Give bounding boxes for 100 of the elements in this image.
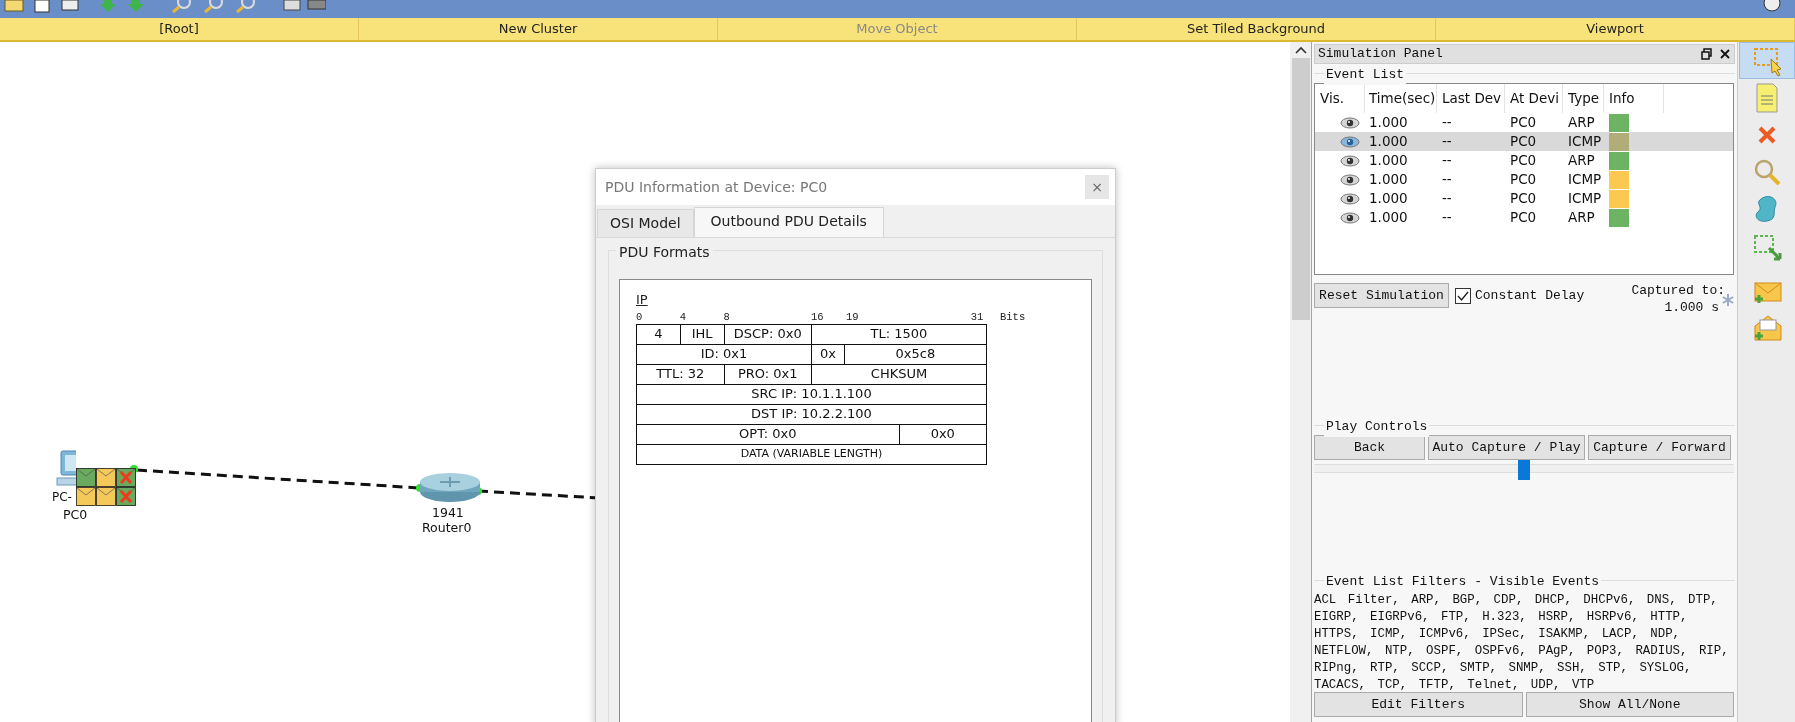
envelope-icon[interactable] [96,468,116,487]
table-cell-text: ICMP [1567,189,1603,208]
checkbox-label[interactable]: Constant Delay [1475,286,1585,306]
tab[interactable]: OSI Model [597,209,694,237]
device-label: Router0 [422,519,472,537]
document-icon[interactable] [32,0,52,14]
captured-label: Captured to: [1631,282,1725,300]
info-color-swatch[interactable] [1609,113,1629,132]
bit-label: 0 [636,309,643,325]
table-cell-text: ARP [1567,208,1596,227]
envelope-icon[interactable] [76,468,96,487]
table-cell-text: 1.000 [1368,113,1409,132]
table-cell-text: ARP [1567,151,1596,170]
table-cell-text: 1.000 [1368,208,1409,227]
column-header[interactable]: At Devi [1505,84,1563,113]
table-cell-text: -- [1441,208,1453,227]
scroll-up-icon[interactable] [1294,46,1307,54]
zoom-icon[interactable] [204,0,224,14]
filter-list: ACL Filter, ARP, BGP, CDP, DHCP, DHCPv6, DNS, DTP, EIGRP, EIGRPv6, FTP, H.323, HSRP, HSRPv6, HTTP, HTTPS, ICMP, ICMPv6, IPSec, ISAKMP, LACP, NDP, NETFLOW, NTP, OSPF, OSPFv6, PAgP, POP3, RADIUS, RIP, RIPng, RTP, SCCP, SMTP, SNMP, SSH, STP, SYSLOG, TACACS, TCP, TFTP, Telnet, UDP, VTP [1314,592,1733,694]
event-row[interactable]: 1.000 -- PC0 ICMP [1315,132,1733,151]
checkbox[interactable] [1455,287,1471,304]
envelope-icon[interactable] [96,487,116,506]
eye-icon[interactable] [1340,191,1360,206]
close-button[interactable]: × [1085,175,1109,199]
folder-icon[interactable] [4,0,24,14]
table-cell-text: ICMP [1567,170,1603,189]
bit-unit: Bits [1000,309,1026,325]
table-cell-text: 1.000 [1368,189,1409,208]
table-cell-text: PC0 [1509,170,1538,189]
header-field: 4 [636,323,681,345]
header-field: SRC IP: 10.1.1.100 [636,383,987,405]
device-label: PC0 [63,506,88,524]
table-cell-text: PC0 [1509,151,1538,170]
speed-slider[interactable] [1314,460,1734,482]
bit-label: 4 [679,309,687,325]
column-header[interactable]: Type [1563,84,1604,113]
play-control-button[interactable]: Back [1314,435,1425,460]
event-row[interactable]: 1.000 -- PC0 ARP [1315,113,1733,132]
column-header[interactable]: Last Dev [1437,84,1505,113]
table-cell-text: 1.000 [1368,151,1409,170]
zoom-icon[interactable] [172,0,192,14]
eye-icon[interactable] [1340,115,1360,130]
toolbar-button[interactable]: Set Tiled Background [1077,18,1436,40]
bit-label: 16 [811,309,824,325]
info-color-swatch[interactable] [1609,170,1629,189]
captured-value: 1.000 s [1664,299,1719,317]
tab[interactable]: Outbound PDU Details [693,207,884,237]
failed-envelope-icon[interactable] [116,487,136,506]
header-field: DST IP: 10.2.2.100 [636,403,987,425]
bit-label: 31 [970,309,984,325]
filter-button[interactable]: Edit Filters [1314,692,1523,717]
table-cell-text: ICMP [1567,132,1603,151]
router-icon[interactable] [418,472,482,504]
filter-button[interactable]: Show All/None [1525,692,1734,717]
table-cell-text: PC0 [1509,132,1538,151]
header-field: TL: 1500 [811,323,987,345]
toolbar-button[interactable]: [Root] [0,18,359,40]
event-row[interactable]: 1.000 -- PC0 ARP [1315,208,1733,227]
table-cell-text: 1.000 [1368,170,1409,189]
event-row[interactable]: 1.000 -- PC0 ARP [1315,151,1733,170]
column-header[interactable]: Time(sec) [1365,84,1437,113]
device-label: PC- [52,489,72,506]
event-row[interactable]: 1.000 -- PC0 ICMP [1315,189,1733,208]
table-cell-text: -- [1441,113,1453,132]
info-color-swatch[interactable] [1609,132,1629,151]
play-control-button[interactable]: Capture / Forward [1588,435,1731,460]
eye-icon[interactable] [1340,210,1360,225]
protocol-heading: IP [636,291,649,309]
bit-label: 19 [846,309,859,325]
toolbar-button[interactable]: Viewport [1436,18,1795,40]
table-cell-text: -- [1441,189,1453,208]
slider-thumb[interactable] [1518,460,1530,480]
failed-envelope-icon[interactable] [116,468,136,487]
toolbar-button[interactable]: New Cluster [359,18,718,40]
play-control-button[interactable]: Auto Capture / Play [1428,435,1585,460]
reset-button[interactable]: Reset Simulation [1314,283,1449,308]
table-cell-text: -- [1441,170,1453,189]
column-header[interactable]: Vis. [1315,84,1365,113]
zoom-icon[interactable] [236,0,256,14]
header-field: DATA (VARIABLE LENGTH) [636,443,987,465]
close-icon[interactable] [1719,48,1731,60]
dialog-title: PDU Information at Device: PC0 [605,177,828,197]
info-color-swatch[interactable] [1609,151,1629,170]
table-cell-text: -- [1441,151,1453,170]
asterisk-icon [1722,294,1734,306]
envelope-icon[interactable] [76,487,96,506]
restore-icon[interactable] [1701,48,1713,60]
event-row[interactable]: 1.000 -- PC0 ICMP [1315,170,1733,189]
device-label: 1941 [432,504,464,522]
eye-icon[interactable] [1340,153,1360,168]
eye-icon[interactable] [1340,172,1360,187]
table-cell-text: PC0 [1509,113,1538,132]
table-cell-text: ARP [1567,113,1596,132]
info-color-swatch[interactable] [1609,208,1629,227]
info-color-swatch[interactable] [1609,189,1629,208]
table-cell-text: PC0 [1509,189,1538,208]
scrollbar-thumb[interactable] [1291,58,1310,320]
panel-title: Simulation Panel [1318,45,1443,64]
table-cell-text: PC0 [1509,208,1538,227]
table-cell-text: 1.000 [1368,132,1409,151]
